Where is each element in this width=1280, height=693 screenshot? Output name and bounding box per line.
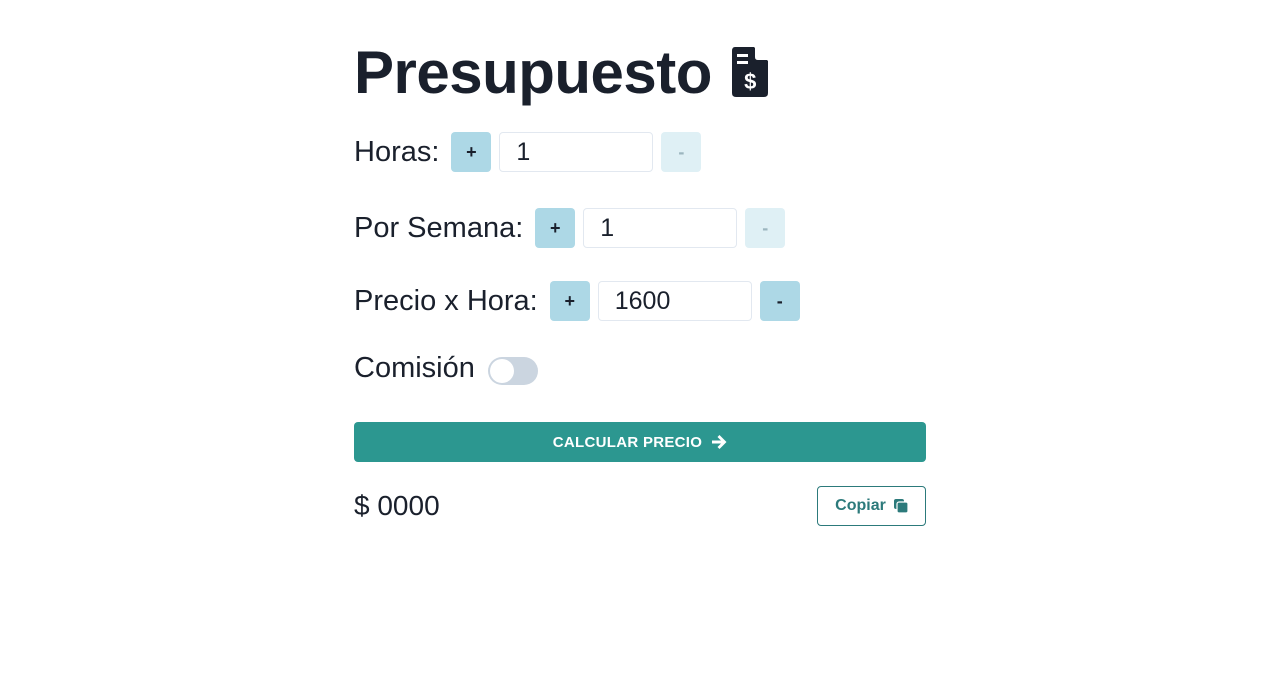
page-title: Presupuesto $ bbox=[354, 36, 926, 108]
semana-input[interactable] bbox=[583, 208, 738, 248]
precio-increment-button[interactable]: + bbox=[549, 281, 590, 321]
comision-row: Comisión bbox=[354, 352, 538, 385]
comision-label: Comisión bbox=[354, 352, 475, 384]
file-invoice-dollar-icon: $ bbox=[731, 47, 768, 97]
budget-form: Presupuesto $ Horas: + - Por Semana: + -… bbox=[354, 36, 926, 526]
precio-input[interactable] bbox=[597, 281, 752, 321]
copy-label: Copiar bbox=[835, 497, 886, 514]
horas-row: Horas: + - bbox=[354, 132, 702, 172]
horas-decrement-button[interactable]: - bbox=[661, 132, 702, 172]
page-title-text: Presupuesto bbox=[354, 38, 712, 106]
precio-row: Precio x Hora: + - bbox=[354, 281, 800, 321]
semana-decrement-button[interactable]: - bbox=[745, 208, 786, 248]
horas-label: Horas: bbox=[354, 135, 440, 168]
horas-increment-button[interactable]: + bbox=[451, 132, 492, 172]
precio-decrement-button[interactable]: - bbox=[759, 281, 800, 321]
calculate-price-button[interactable]: CALCULAR PRECIO bbox=[354, 422, 926, 462]
toggle-knob bbox=[489, 358, 514, 383]
copy-button[interactable]: Copiar bbox=[817, 486, 926, 526]
svg-text:$: $ bbox=[744, 69, 756, 94]
semana-increment-button[interactable]: + bbox=[535, 208, 576, 248]
semana-label: Por Semana: bbox=[354, 211, 524, 244]
comision-toggle[interactable] bbox=[487, 356, 538, 385]
horas-input[interactable] bbox=[499, 132, 654, 172]
precio-label: Precio x Hora: bbox=[354, 284, 538, 317]
result-row: $ 0000 Copiar bbox=[354, 486, 926, 526]
arrow-right-icon bbox=[712, 435, 727, 449]
copy-icon bbox=[893, 499, 908, 513]
semana-row: Por Semana: + - bbox=[354, 208, 786, 248]
calculate-price-label: CALCULAR PRECIO bbox=[552, 433, 703, 451]
price-result: $ 0000 bbox=[354, 490, 440, 521]
